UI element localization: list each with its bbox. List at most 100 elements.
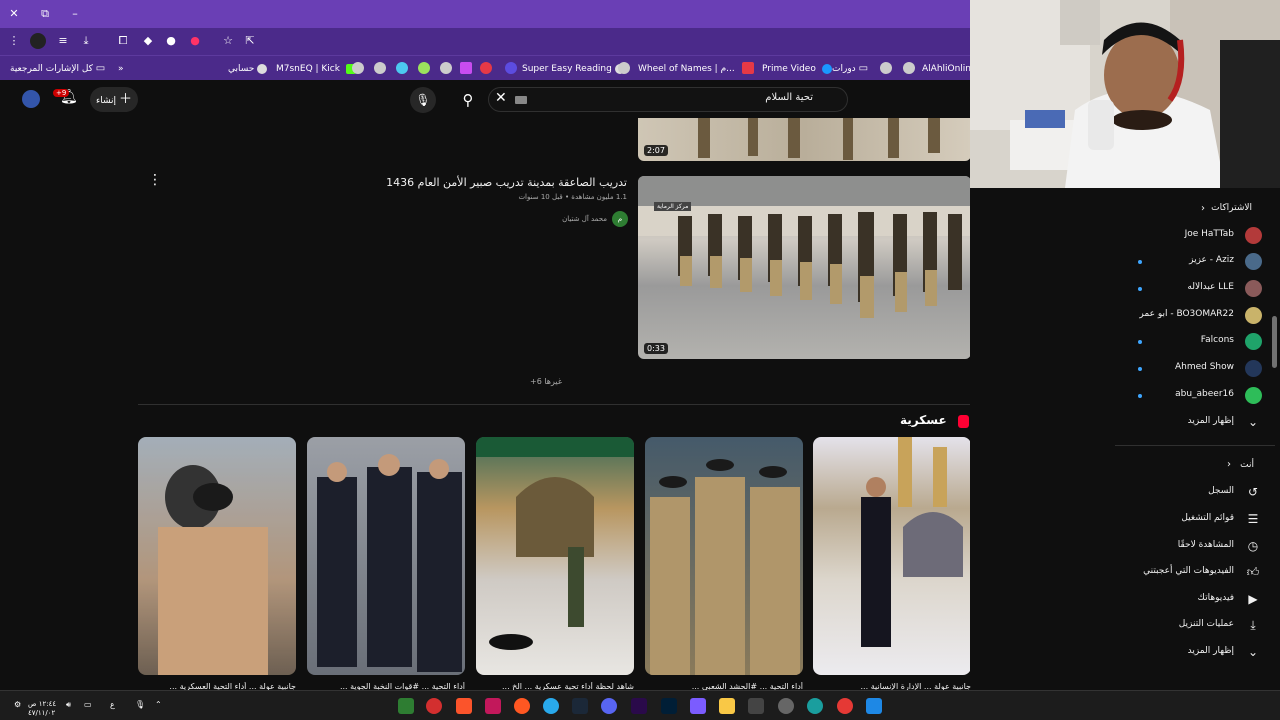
bookmark-item[interactable]: Wheel of Names | م... [638, 61, 735, 77]
network-icon[interactable]: ▭ [84, 700, 92, 709]
keyboard-icon[interactable] [515, 96, 527, 104]
bookmark-item[interactable]: Prime Video [762, 61, 835, 77]
clock[interactable]: ١٢:٤٤ ص ٤٧/١١/٠٢ [28, 700, 56, 718]
shelf-title: عسكرية [900, 413, 947, 427]
video-menu-kebab-icon[interactable]: ⋮ [148, 172, 162, 188]
telegram-app-icon[interactable] [543, 698, 559, 714]
all-bookmarks-link[interactable]: كل الإشارات المرجعية ▭ [10, 61, 105, 77]
bookmark-icon[interactable] [480, 62, 492, 74]
bookmark-icon[interactable] [742, 62, 754, 74]
video-thumbnail[interactable]: مركز الرماية 0:33 [638, 176, 971, 359]
opera-app-icon[interactable] [426, 698, 442, 714]
bookmark-item[interactable]: M7snEQ | Kick [276, 61, 359, 77]
video-thumbnail[interactable]: 2:07 [638, 118, 971, 161]
clear-search-icon[interactable]: ✕ [495, 90, 507, 106]
your-videos-item[interactable]: فيديوهاتك ▶ [1110, 589, 1270, 611]
download-icon[interactable]: ⤓ [78, 33, 94, 49]
minimize-window-icon[interactable]: – [66, 5, 84, 23]
bookmark-icon[interactable] [903, 62, 915, 74]
voice-search-icon[interactable]: 🎙︎ [410, 87, 436, 113]
channel-avatar [1245, 333, 1262, 350]
discord-app-icon[interactable] [601, 698, 617, 714]
subscription-item[interactable]: عبدالاله LLE [1110, 278, 1270, 300]
short-thumbnail[interactable] [138, 437, 296, 675]
account-avatar[interactable] [22, 90, 40, 108]
subscription-item[interactable]: Falcons [1110, 331, 1270, 353]
short-thumbnail[interactable] [307, 437, 465, 675]
video-meta: 1.1 مليون مشاهدة • قبل 10 سنوات [518, 193, 627, 201]
bookmark-icon[interactable] [418, 62, 430, 74]
steam-app-icon[interactable] [572, 698, 588, 714]
app-icon[interactable] [690, 698, 706, 714]
bookmark-icon[interactable] [460, 62, 472, 74]
start-menu-icon[interactable] [866, 698, 882, 714]
bookmark-item[interactable]: حسابي [228, 61, 270, 77]
input-language[interactable]: ع [110, 700, 115, 709]
profile-icon[interactable] [30, 33, 46, 49]
chrome-app-icon[interactable] [837, 698, 853, 714]
extension-2-icon[interactable]: ◆ [140, 33, 156, 49]
short-thumbnail[interactable] [645, 437, 803, 675]
mic-tray-icon[interactable]: 🎙︎ [135, 700, 145, 709]
edge-app-icon[interactable] [807, 698, 823, 714]
file-explorer-icon[interactable] [719, 698, 735, 714]
playlists-item[interactable]: قوائم التشغيل ☰ [1110, 509, 1270, 531]
downloads-item[interactable]: عمليات التنزيل ⤓ [1110, 615, 1270, 637]
create-button[interactable]: إنشاء ＋ [90, 87, 138, 112]
bookmark-item[interactable]: AlAhliOnline [922, 61, 977, 77]
close-window-icon[interactable]: ✕ [5, 5, 23, 23]
volume-icon[interactable]: 🔊︎ [66, 700, 71, 710]
channel-avatar [1245, 227, 1262, 244]
history-item[interactable]: السجل ↺ [1110, 482, 1270, 504]
short-thumbnail[interactable] [813, 437, 971, 675]
premiere-app-icon[interactable] [631, 698, 647, 714]
restore-window-icon[interactable]: ⧉ [36, 5, 54, 23]
bookmarks-overflow-icon[interactable]: » [118, 61, 124, 77]
settings-tray-icon[interactable]: ⚙ [14, 700, 21, 709]
subscription-item[interactable]: عزيز - Aziz [1110, 251, 1270, 273]
bookmark-item[interactable]: دورات ▭ [832, 61, 868, 77]
bookmark-icon[interactable] [618, 62, 630, 74]
subscriptions-heading[interactable]: الاشتراكات [1211, 203, 1252, 213]
subscription-item[interactable]: ابو عمر - BO3OMAR22 [1110, 305, 1270, 327]
channel-name[interactable]: محمد آل شتيان [562, 215, 607, 223]
excel-app-icon[interactable] [398, 698, 414, 714]
video-title[interactable]: تدريب الصاعقة بمدينة تدريب صبير الأمن ال… [386, 176, 627, 189]
sidebar-scrollbar[interactable] [1272, 316, 1277, 368]
bookmark-icon[interactable] [440, 62, 452, 74]
bookmark-icon[interactable] [374, 62, 386, 74]
bookmark-icon[interactable] [352, 62, 364, 74]
show-more-you[interactable]: إظهار المزيد ⌄ [1110, 642, 1270, 664]
subscription-item[interactable]: abu_abeer16 [1110, 385, 1270, 407]
share-icon[interactable]: ⇱ [242, 33, 258, 49]
search-icon[interactable]: ⚲ [455, 88, 481, 114]
photoshop-app-icon[interactable] [661, 698, 677, 714]
show-more-subscriptions[interactable]: إظهار المزيد ⌄ [1110, 412, 1270, 434]
search-input[interactable]: ✕ تحية السلام [488, 87, 848, 112]
extension-icon[interactable]: ⧠ [115, 33, 131, 49]
extension-4-icon[interactable]: ● [187, 33, 203, 49]
liked-videos-item[interactable]: الفيديوهات التي أعجبتني 👍︎ [1110, 562, 1270, 584]
app-icon[interactable] [778, 698, 794, 714]
you-heading[interactable]: أنت [1240, 460, 1254, 470]
bookmark-star-icon[interactable]: ☆ [220, 33, 236, 49]
brave-app-icon[interactable] [456, 698, 472, 714]
channel-avatar [1245, 253, 1262, 270]
tray-overflow-icon[interactable]: ⌃ [155, 700, 162, 709]
bookmark-item[interactable]: Super Easy Reading [522, 61, 628, 77]
app-icon[interactable] [748, 698, 764, 714]
subscription-item[interactable]: Joe HaTTab [1110, 225, 1270, 247]
bookmark-icon[interactable] [396, 62, 408, 74]
bookmark-icon[interactable] [505, 62, 517, 74]
menu-kebab-icon[interactable]: ⋮ [6, 33, 22, 49]
short-thumbnail[interactable] [476, 437, 634, 675]
watch-later-item[interactable]: المشاهدة لاحقًا ◷ [1110, 536, 1270, 558]
subscription-item[interactable]: Ahmed Show [1110, 358, 1270, 380]
tabs-icon[interactable]: ≡ [55, 33, 71, 49]
channel-avatar[interactable]: م [612, 211, 628, 227]
app-icon[interactable] [485, 698, 501, 714]
extension-3-icon[interactable]: ● [163, 33, 179, 49]
show-more-link[interactable]: +6 غيرها [530, 377, 562, 386]
bookmark-icon[interactable] [880, 62, 892, 74]
app-icon[interactable] [514, 698, 530, 714]
